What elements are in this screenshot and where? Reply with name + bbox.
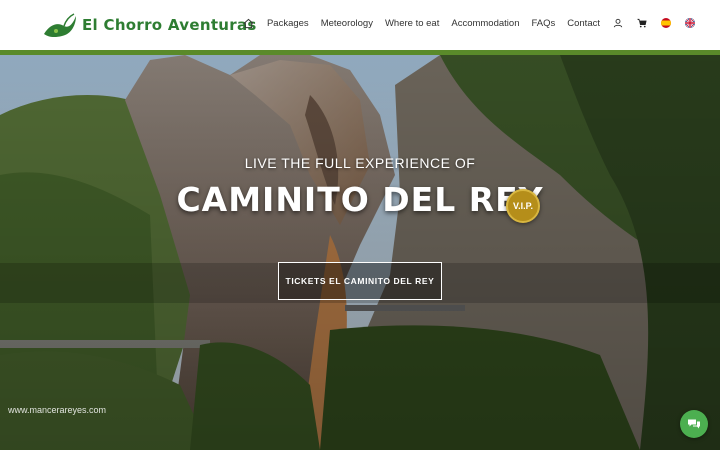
nav-packages[interactable]: Packages bbox=[267, 18, 309, 29]
nav-where-to-eat[interactable]: Where to eat bbox=[385, 18, 439, 29]
nav-accommodation[interactable]: Accommodation bbox=[451, 18, 519, 29]
nav-contact[interactable]: Contact bbox=[567, 18, 600, 29]
home-icon[interactable] bbox=[243, 17, 255, 29]
site-header: El Chorro Aventuras Packages Meteorology… bbox=[0, 0, 720, 50]
chat-icon bbox=[688, 419, 700, 429]
logo-icon bbox=[44, 13, 76, 38]
chat-button[interactable] bbox=[680, 410, 708, 438]
hero-title: CAMINITO DEL REY bbox=[176, 180, 544, 219]
logo[interactable]: El Chorro Aventuras bbox=[42, 10, 257, 40]
tickets-button[interactable]: TICKETS EL CAMINITO DEL REY bbox=[278, 262, 442, 300]
hero-background-image bbox=[0, 55, 720, 450]
photo-watermark: www.mancerareyes.com bbox=[8, 405, 107, 415]
hero-subtitle: LIVE THE FULL EXPERIENCE OF bbox=[244, 155, 476, 171]
brand-name: El Chorro Aventuras bbox=[82, 16, 257, 34]
user-icon[interactable] bbox=[612, 17, 624, 29]
nav-meteorology[interactable]: Meteorology bbox=[321, 18, 373, 29]
flag-es-icon[interactable] bbox=[660, 17, 672, 29]
hero-section: LIVE THE FULL EXPERIENCE OF CAMINITO DEL… bbox=[0, 55, 720, 450]
main-nav: Packages Meteorology Where to eat Accomm… bbox=[243, 17, 696, 29]
cart-icon[interactable] bbox=[636, 17, 648, 29]
vip-badge: V.I.P. bbox=[506, 189, 540, 223]
nav-faqs[interactable]: FAQs bbox=[531, 18, 555, 29]
flag-uk-icon[interactable] bbox=[684, 17, 696, 29]
